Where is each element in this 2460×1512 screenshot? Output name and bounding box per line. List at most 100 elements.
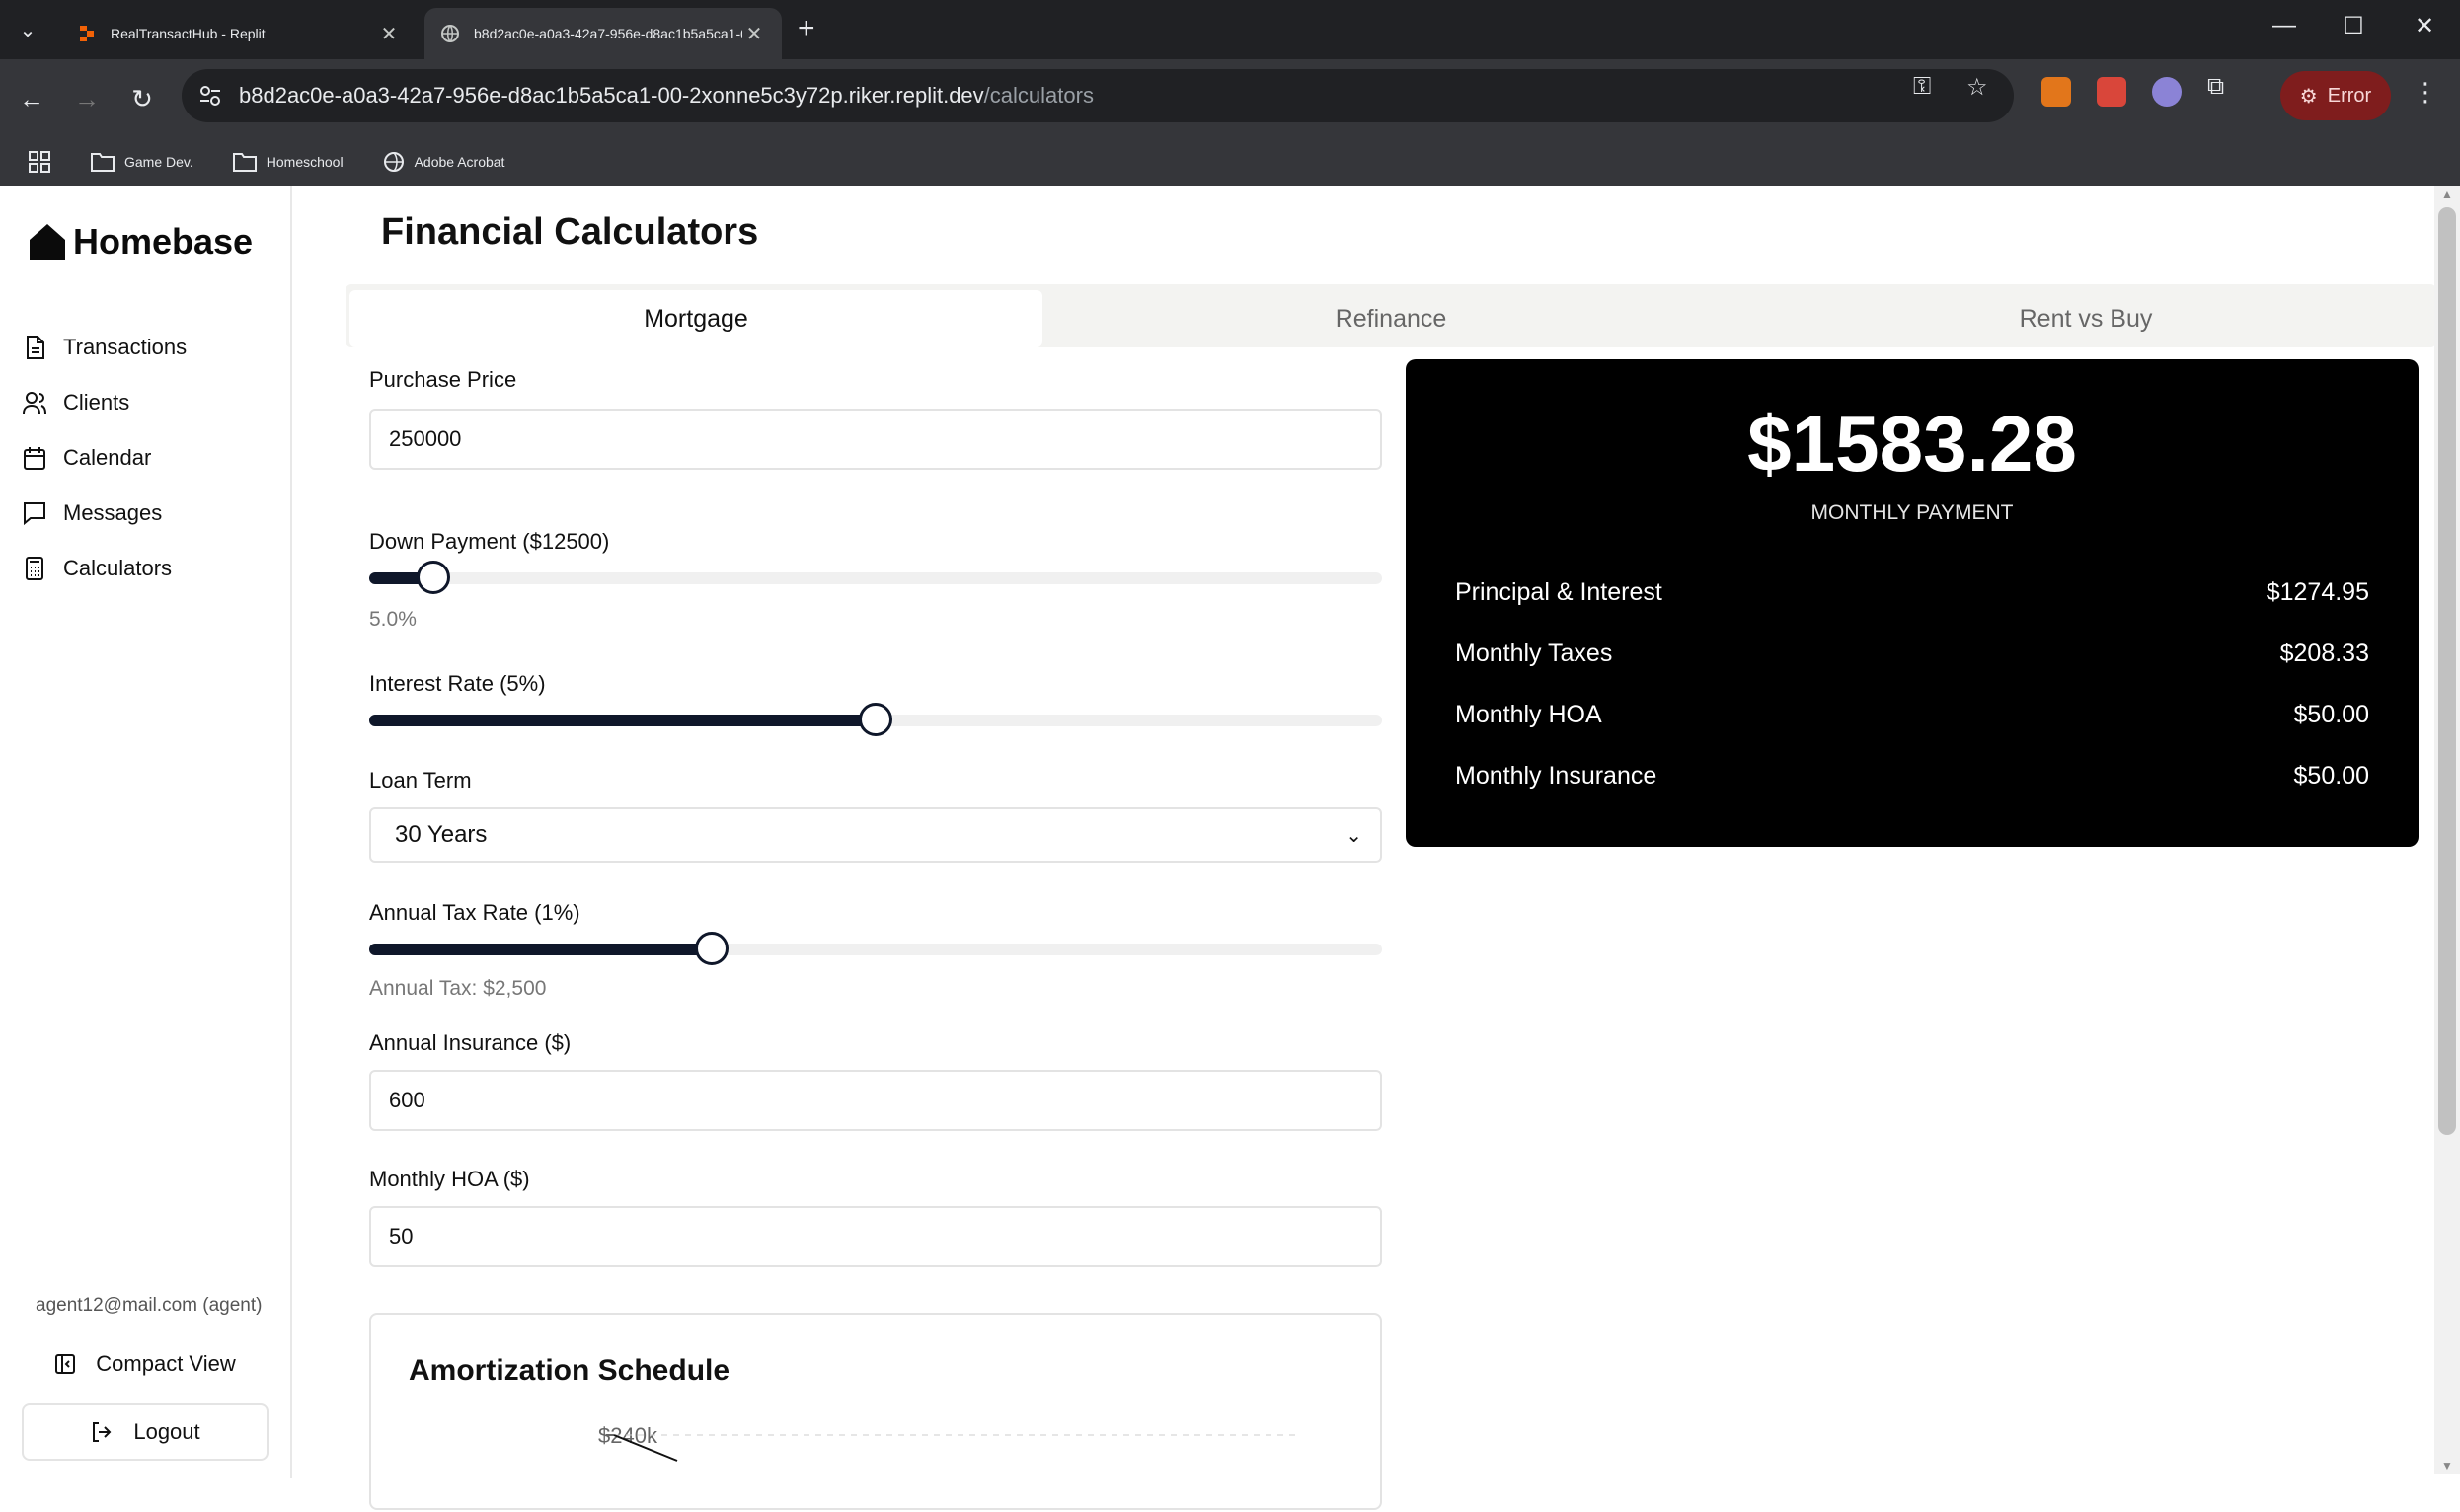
sidebar-item-label: Transactions (63, 335, 188, 359)
tax-rate-slider[interactable] (369, 932, 1382, 965)
new-tab-icon[interactable]: + (798, 14, 815, 43)
compact-view-label: Compact View (96, 1351, 236, 1376)
puzzle-extensions-icon[interactable]: ⧉ (2207, 73, 2224, 101)
summary-label: Monthly Taxes (1455, 640, 1613, 667)
calculator-tabs: Mortgage Refinance Rent vs Buy (346, 284, 2436, 347)
close-tab-icon[interactable]: ✕ (377, 22, 401, 46)
sidebar-item-clients[interactable]: Clients (22, 375, 187, 430)
scrollbar-thumb[interactable] (2438, 207, 2456, 1135)
sidebar-item-messages[interactable]: Messages (22, 486, 187, 541)
summary-row: Monthly Insurance $50.00 (1455, 762, 2369, 791)
brand-logo[interactable]: Homebase (28, 221, 253, 263)
hoa-input[interactable]: 50 (369, 1206, 1382, 1267)
down-payment-percent: 5.0% (369, 608, 417, 631)
hoa-label: Monthly HOA ($) (369, 1167, 530, 1191)
page-title: Financial Calculators (381, 211, 759, 253)
site-info-icon[interactable] (197, 83, 223, 109)
summary-value: $1274.95 (2266, 578, 2369, 606)
minimize-icon[interactable]: — (2265, 12, 2304, 39)
password-key-icon[interactable]: ⚿ (1913, 73, 1931, 101)
summary-value: $208.33 (2279, 640, 2369, 667)
amortization-title: Amortization Schedule (409, 1354, 730, 1387)
sidebar-item-calendar[interactable]: Calendar (22, 430, 187, 486)
app-viewport: Homebase Transactions Clients Calendar M… (0, 186, 2460, 1510)
bookmark-homeschool[interactable]: Homeschool (232, 152, 344, 172)
tab-refinance[interactable]: Refinance (1044, 290, 1737, 347)
logout-icon (93, 1422, 112, 1442)
interest-rate-label: Interest Rate (5%) (369, 671, 546, 696)
slider-thumb[interactable] (859, 703, 892, 736)
folder-icon (91, 153, 115, 172)
tab-mortgage[interactable]: Mortgage (349, 290, 1042, 347)
summary-value: $50.00 (2293, 762, 2369, 790)
metamask-extension-icon[interactable] (2041, 77, 2071, 107)
browser-toolbar: ← → ↻ b8d2ac0e-a0a3-42a7-956e-d8ac1b5a5c… (0, 59, 2460, 189)
globe-icon (383, 152, 404, 172)
slider-fill (369, 715, 876, 726)
reload-icon[interactable]: ↻ (122, 79, 162, 118)
purchase-price-label: Purchase Price (369, 367, 517, 392)
bookmark-game-dev[interactable]: Game Dev. (91, 152, 193, 172)
summary-value: $50.00 (2293, 701, 2369, 728)
browser-menu-icon[interactable]: ⋮ (2413, 77, 2438, 108)
down-payment-slider[interactable] (369, 561, 1382, 594)
error-label: Error (2327, 84, 2372, 107)
maximize-icon[interactable]: ☐ (2334, 12, 2373, 40)
bookmark-label: Adobe Acrobat (414, 154, 505, 170)
interest-rate-slider[interactable] (369, 703, 1382, 736)
back-icon[interactable]: ← (12, 79, 51, 118)
scroll-down-icon[interactable]: ▼ (2434, 1459, 2460, 1473)
loan-term-select[interactable]: 30 Years ⌄ (369, 807, 1382, 863)
forward-icon[interactable]: → (67, 79, 107, 118)
tab-rent-vs-buy[interactable]: Rent vs Buy (1739, 290, 2432, 347)
compact-view-button[interactable]: Compact View (22, 1336, 269, 1392)
bookmark-label: Game Dev. (124, 154, 193, 170)
summary-label: Principal & Interest (1455, 578, 1662, 606)
monthly-payment-amount: $1583.28 (1747, 400, 2077, 488)
slider-thumb[interactable] (694, 932, 729, 965)
address-bar[interactable]: b8d2ac0e-a0a3-42a7-956e-d8ac1b5a5ca1-00-… (182, 69, 2014, 122)
page-scrollbar[interactable]: ▲ ▼ (2434, 186, 2460, 1474)
chevron-down-icon: ⌄ (1345, 824, 1362, 847)
logout-button[interactable]: Logout (22, 1403, 269, 1461)
browser-tab-strip: ⌄ RealTransactHub - Replit ✕ b8d2ac0e-a0… (0, 0, 2460, 59)
brand-name: Homebase (73, 221, 254, 262)
slider-thumb[interactable] (416, 561, 450, 594)
sidebar-item-transactions[interactable]: Transactions (22, 320, 187, 375)
folder-icon (232, 153, 257, 172)
sidebar-item-label: Calculators (63, 556, 173, 580)
extension-icon[interactable] (2097, 77, 2126, 107)
amortization-chart: $240k (598, 1423, 1299, 1462)
loan-term-label: Loan Term (369, 768, 472, 793)
purchase-price-input[interactable]: 250000 (369, 409, 1382, 470)
logout-label: Logout (133, 1419, 200, 1444)
bookmark-star-icon[interactable]: ☆ (1966, 73, 1988, 102)
sidebar-item-label: Messages (63, 500, 163, 525)
browser-tab-calculators[interactable]: b8d2ac0e-a0a3-42a7-956e-d8ac1b5a5ca1-00-… (424, 8, 782, 59)
close-tab-icon[interactable]: ✕ (742, 22, 766, 46)
bookmark-adobe-acrobat[interactable]: Adobe Acrobat (383, 151, 505, 173)
extension-icon[interactable] (2152, 77, 2182, 107)
globe-icon (441, 25, 459, 42)
user-email: agent12@mail.com (agent) (36, 1295, 263, 1316)
slider-fill (369, 944, 712, 955)
apps-grid-icon[interactable] (28, 150, 51, 174)
tab-title: b8d2ac0e-a0a3-42a7-956e-d8ac1b5a5ca1-00- (474, 26, 742, 41)
browser-tab-replit[interactable]: RealTransactHub - Replit ✕ (61, 8, 417, 59)
insurance-input[interactable]: 600 (369, 1070, 1382, 1131)
profile-error-button[interactable]: ⚙ Error (2280, 71, 2391, 120)
sidebar: Homebase Transactions Clients Calendar M… (0, 186, 292, 1478)
sidebar-item-label: Clients (63, 390, 130, 415)
sidebar-item-calculators[interactable]: Calculators (22, 541, 187, 596)
summary-row: Monthly HOA $50.00 (1455, 701, 2369, 729)
url-host: b8d2ac0e-a0a3-42a7-956e-d8ac1b5a5ca1-00-… (239, 83, 984, 108)
loan-term-value: 30 Years (395, 821, 488, 848)
users-icon (23, 392, 46, 415)
close-window-icon[interactable]: ✕ (2405, 12, 2444, 40)
tax-rate-label: Annual Tax Rate (1%) (369, 900, 580, 925)
summary-label: Monthly HOA (1455, 701, 1602, 728)
document-icon (27, 336, 44, 359)
tab-search-button[interactable]: ⌄ (10, 14, 45, 45)
scroll-up-icon[interactable]: ▲ (2434, 188, 2460, 201)
url-path: /calculators (983, 83, 1094, 108)
